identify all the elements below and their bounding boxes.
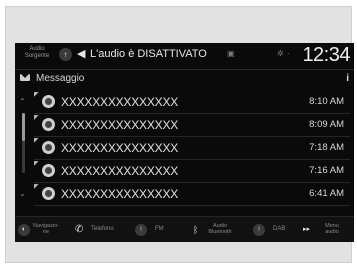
bluetooth-icon: ᛒ [193,225,199,235]
device-frame: Audio Sorgente ↑ ◀ L'audio è DISATTIVATO… [5,6,354,263]
message-row[interactable]: ◤ XXXXXXXXXXXXXXX 7:16 AM [34,160,350,183]
audio-menu-label-line2: audio [325,229,339,235]
page-title: Messaggio [36,73,85,84]
message-icon [42,187,55,200]
audio-source-button[interactable]: Audio Sorgente [20,46,54,60]
phone-label: Telefono [91,226,114,232]
unread-marker-icon: ◤ [34,138,39,144]
menu-icon: ▸▸ [303,226,311,233]
message-icon [42,118,55,131]
unread-marker-icon: ◤ [34,161,39,167]
up-arrow-icon: ↑ [135,224,147,236]
audio-source-label-line1: Audio [29,46,45,52]
message-row[interactable]: ◤ XXXXXXXXXXXXXXX 8:09 AM [34,114,350,137]
bluetooth-label-line2: Bluetooth [208,229,232,235]
status-icon: · [287,49,290,58]
scroll-up-icon[interactable]: ⌃ [19,97,26,106]
message-icon [42,164,55,177]
audio-menu-label: Menu audio [317,223,347,235]
message-time: 7:16 AM [309,165,344,176]
settings-icon: ✲ [277,49,284,58]
message-row[interactable]: ◤ XXXXXXXXXXXXXXX 7:18 AM [34,137,350,160]
clock: 12:34 [302,44,350,66]
fm-label: FM [155,226,164,232]
head-unit-screen: Audio Sorgente ↑ ◀ L'audio è DISATTIVATO… [15,43,354,242]
message-sender: XXXXXXXXXXXXXXX [61,95,179,109]
up-arrow-icon[interactable]: ↑ [59,48,72,61]
audio-source-label-line2: Sorgente [24,53,50,59]
scroll-down-icon[interactable]: ⌄ [19,189,26,198]
info-icon[interactable]: i [346,72,349,85]
message-time: 6:41 AM [309,188,344,199]
mail-icon [20,74,30,81]
scrollbar-thumb[interactable] [22,113,25,141]
up-arrow-icon: ↑ [253,224,265,236]
message-icon [42,141,55,154]
message-icon [42,95,55,108]
message-time: 7:18 AM [309,142,344,153]
title-row: Messaggio i [15,71,354,87]
message-sender: XXXXXXXXXXXXXXX [61,187,179,201]
message-time: 8:10 AM [309,96,344,107]
bluetooth-label: Audio Bluetooth [205,223,235,235]
message-sender: XXXXXXXXXXXXXXX [61,118,179,132]
navigation-icon: ◐ [18,224,30,236]
message-sender: XXXXXXXXXXXXXXX [61,164,179,178]
message-list: ◤ XXXXXXXXXXXXXXX 8:10 AM ◤ XXXXXXXXXXXX… [34,91,350,206]
navigation-label: Navigazio- ne [32,223,60,235]
unread-marker-icon: ◤ [34,92,39,98]
message-time: 8:09 AM [309,119,344,130]
phone-icon: ✆ [75,224,84,235]
message-row[interactable]: ◤ XXXXXXXXXXXXXXX 6:41 AM [34,183,350,206]
status-bar: Audio Sorgente ↑ ◀ L'audio è DISATTIVATO… [15,43,354,69]
bluetooth-audio-button[interactable]: ᛒ Audio Bluetooth [193,217,245,242]
dab-button[interactable]: ↑ DAB [253,217,293,242]
unread-marker-icon: ◤ [34,115,39,121]
bottom-bar: ◐ Navigazio- ne ✆ Telefono ↑ FM ᛒ Audio … [15,216,354,242]
audio-status-text: L'audio è DISATTIVATO [90,48,207,60]
signal-icon: ▣ [227,49,235,58]
status-divider [15,69,354,70]
audio-menu-button[interactable]: ▸▸ Menu audio [303,217,351,242]
phone-button[interactable]: ✆ Telefono [75,217,125,242]
fm-button[interactable]: ↑ FM [135,217,175,242]
navigation-label-line2: ne [42,229,50,235]
message-sender: XXXXXXXXXXXXXXX [61,141,179,155]
unread-marker-icon: ◤ [34,184,39,190]
message-row[interactable]: ◤ XXXXXXXXXXXXXXX 8:10 AM [34,91,350,114]
dab-label: DAB [273,226,286,232]
navigation-button[interactable]: ◐ Navigazio- ne [18,217,62,242]
speaker-icon: ◀ [77,48,86,60]
